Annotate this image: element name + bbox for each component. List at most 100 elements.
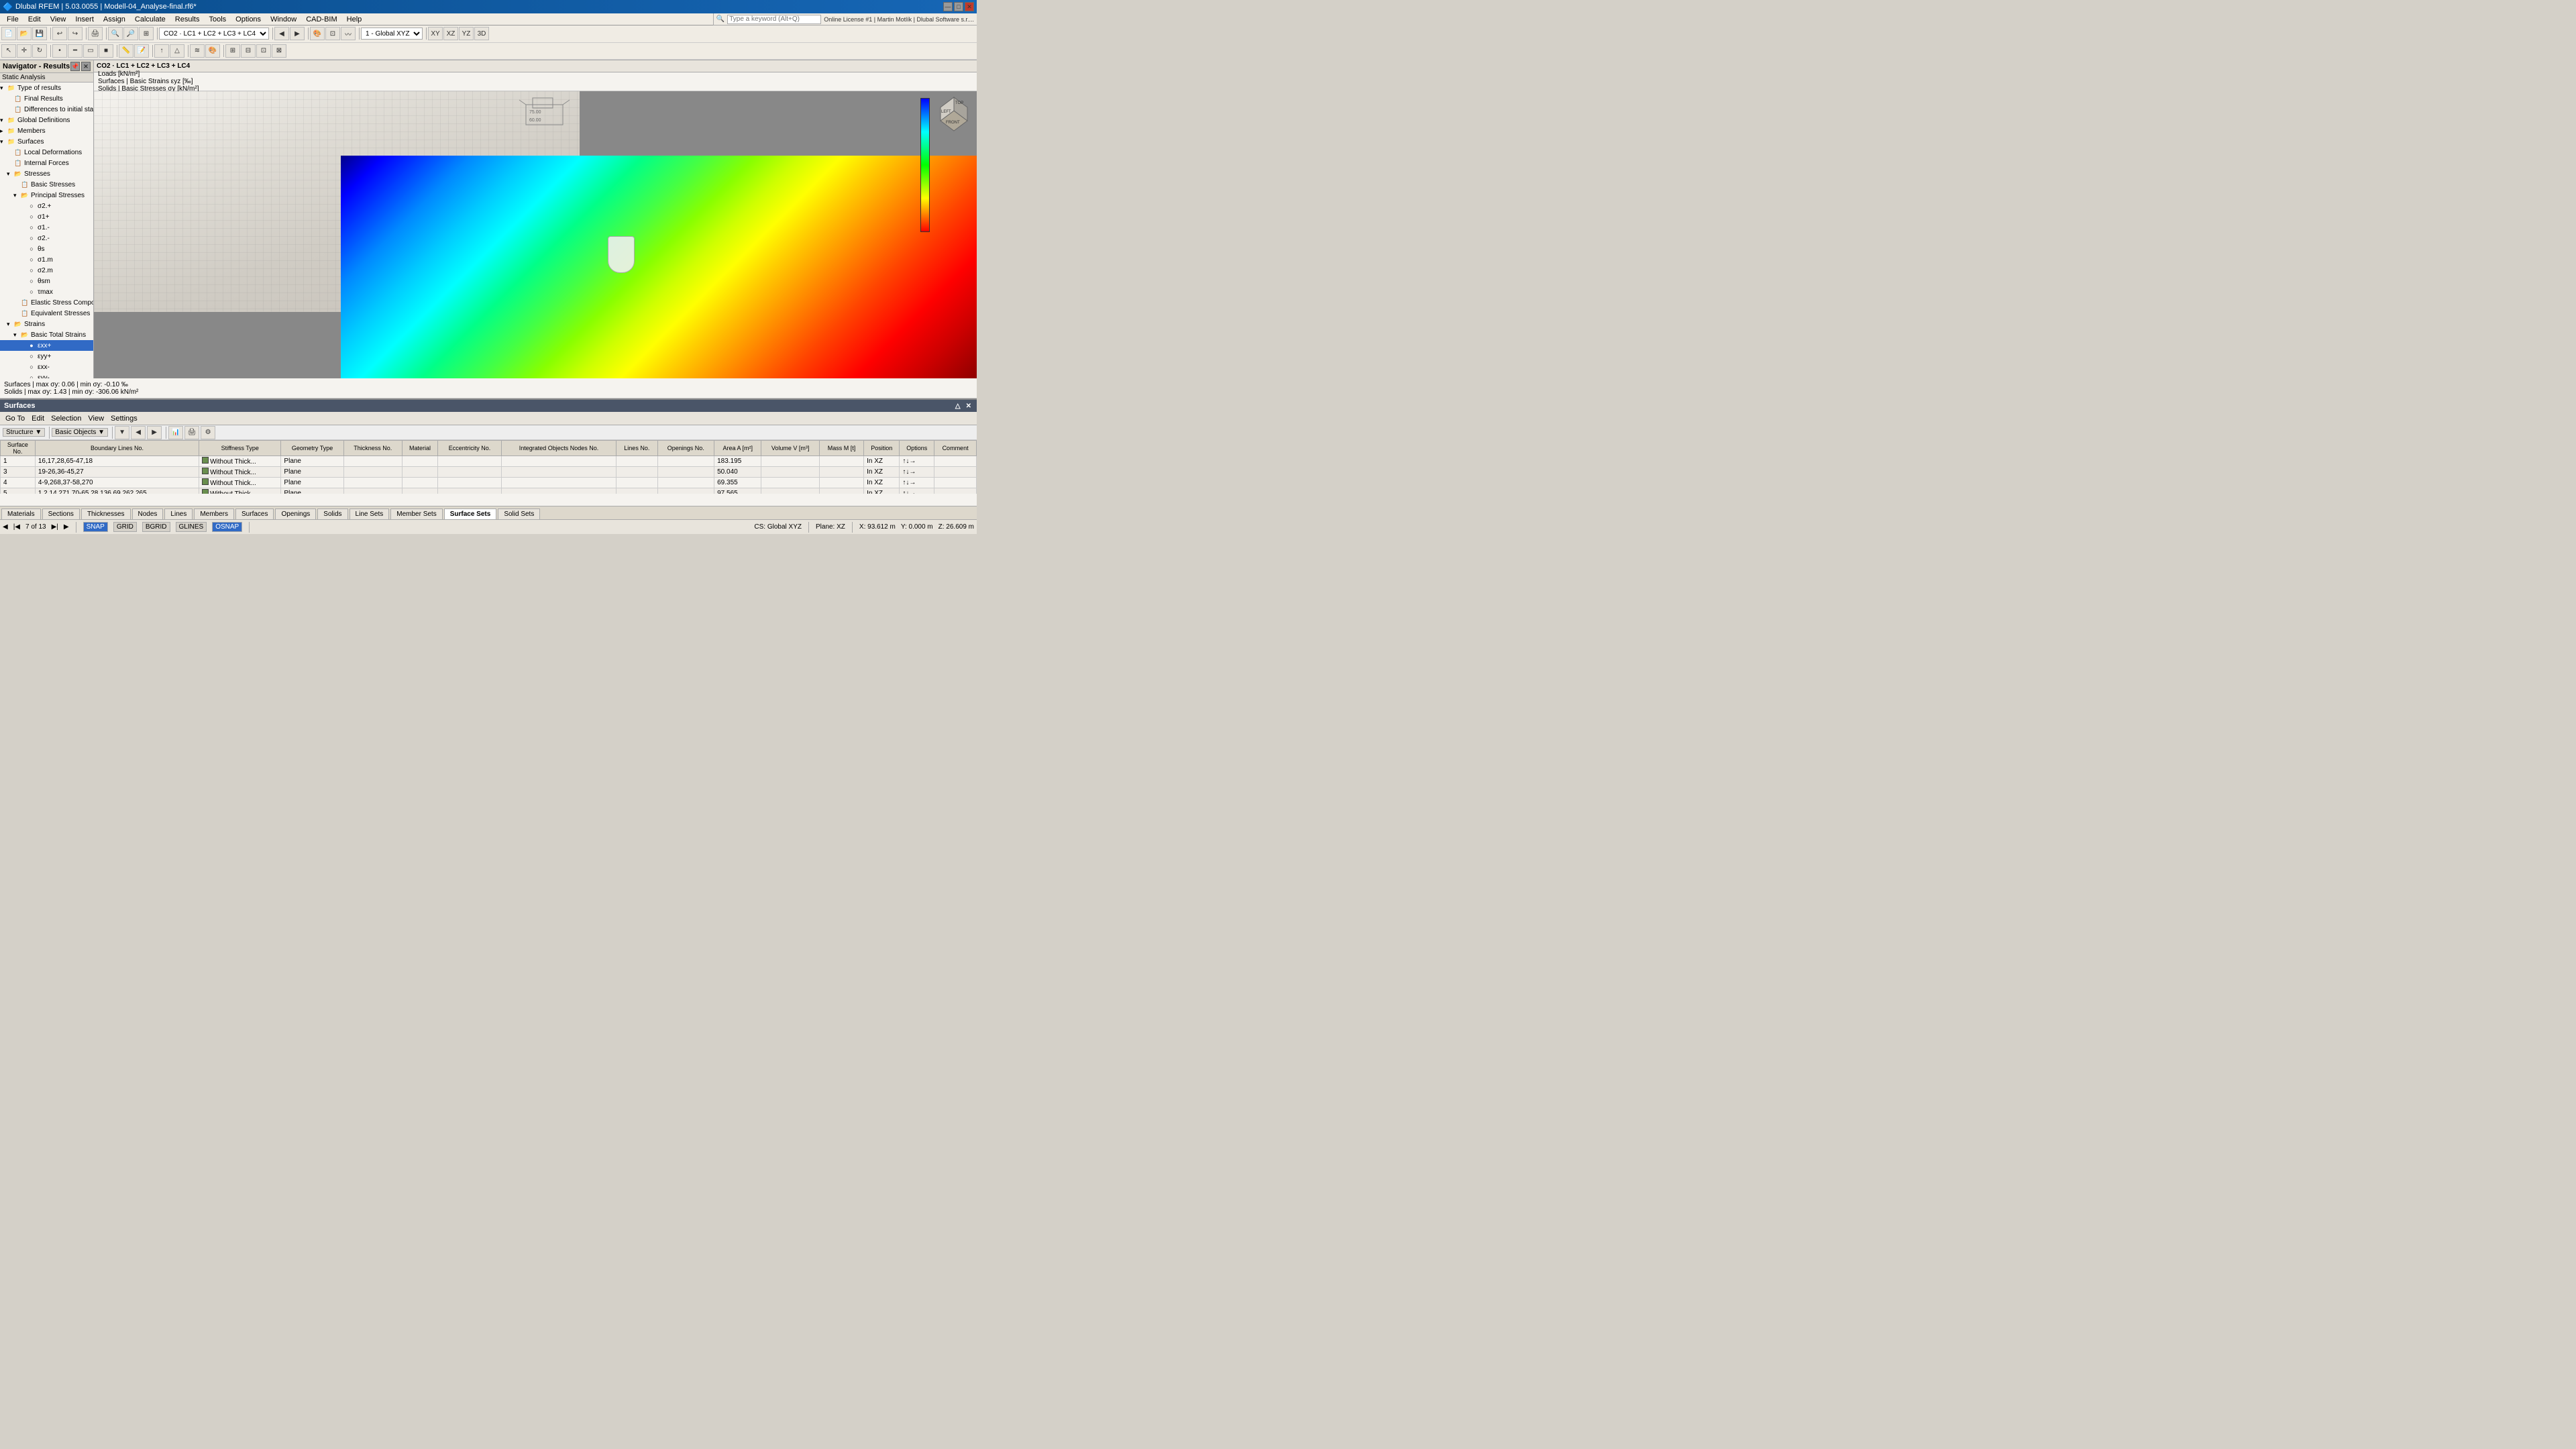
- tree-item-basic_total_strains[interactable]: ▾📂Basic Total Strains: [0, 329, 93, 340]
- render-button[interactable]: 🎨: [310, 27, 325, 40]
- surfaces-menu-settings[interactable]: Settings: [108, 415, 140, 423]
- line-button[interactable]: ━: [68, 44, 83, 58]
- tree-item-_1_[interactable]: ○σ1+: [0, 211, 93, 222]
- osnap-button[interactable]: OSNAP: [212, 522, 242, 532]
- bottom-tab-surface-sets[interactable]: Surface Sets: [444, 508, 497, 519]
- move-button[interactable]: ✛: [17, 44, 32, 58]
- view-combo[interactable]: 1 - Global XYZ: [361, 28, 423, 40]
- save-button[interactable]: 💾: [32, 27, 47, 40]
- bottom-tab-lines[interactable]: Lines: [164, 508, 193, 519]
- load-case-combo[interactable]: CO2 · LC1 + LC2 + LC3 + LC4: [159, 28, 269, 40]
- tree-item-_sm[interactable]: ○θsm: [0, 276, 93, 286]
- load-arrow[interactable]: ↑: [154, 44, 169, 58]
- annotation-button[interactable]: 📝: [134, 44, 149, 58]
- select-button[interactable]: ↖: [1, 44, 16, 58]
- result-display[interactable]: ≋: [190, 44, 205, 58]
- bottom-tab-members[interactable]: Members: [194, 508, 234, 519]
- surfaces-close-icon[interactable]: ✕: [965, 402, 973, 410]
- surfaces-table-container[interactable]: SurfaceNo. Boundary Lines No. Stiffness …: [0, 440, 977, 494]
- surfaces-expand-icon[interactable]: △: [954, 402, 962, 410]
- nav-pin[interactable]: 📌: [70, 62, 80, 71]
- undo-button[interactable]: ↩: [52, 27, 67, 40]
- view-yz[interactable]: YZ: [459, 27, 474, 40]
- tree-item-principal_stresses[interactable]: ▾📂Principal Stresses: [0, 190, 93, 201]
- next-result[interactable]: ▶: [290, 27, 305, 40]
- close-button[interactable]: ✕: [965, 2, 974, 11]
- view-xy[interactable]: XY: [428, 27, 443, 40]
- surfaces-menu-selection[interactable]: Selection: [48, 415, 84, 423]
- tree-item-_max[interactable]: ○τmax: [0, 286, 93, 297]
- view-3d[interactable]: 3D: [474, 27, 489, 40]
- redo-button[interactable]: ↪: [68, 27, 83, 40]
- zoom-out[interactable]: 🔎: [123, 27, 138, 40]
- view-right[interactable]: ⊠: [272, 44, 286, 58]
- structure-dropdown[interactable]: Structure ▼: [3, 428, 45, 437]
- bottom-tab-member-sets[interactable]: Member Sets: [390, 508, 442, 519]
- bottom-tab-sections[interactable]: Sections: [42, 508, 80, 519]
- surfaces-menu-edit[interactable]: Edit: [29, 415, 47, 423]
- filter-button[interactable]: ▼: [115, 426, 129, 439]
- wireframe-button[interactable]: ⊡: [325, 27, 340, 40]
- table-row[interactable]: 3 19-26,36-45,27 Without Thick... Plane …: [1, 467, 977, 478]
- print-table-button[interactable]: 🖨: [184, 426, 199, 439]
- prev-page-button[interactable]: ◀: [131, 426, 146, 439]
- bgrid-button[interactable]: BGRID: [142, 522, 170, 532]
- bottom-tab-nodes[interactable]: Nodes: [132, 508, 164, 519]
- maximize-button[interactable]: □: [954, 2, 963, 11]
- nav-prev[interactable]: ◀: [3, 523, 8, 531]
- tree-item-elastic_stress_components[interactable]: 📋Elastic Stress Components: [0, 297, 93, 308]
- menu-calculate[interactable]: Calculate: [131, 15, 170, 24]
- nav-next[interactable]: ▶: [64, 523, 69, 531]
- bottom-tab-line-sets[interactable]: Line Sets: [350, 508, 390, 519]
- view-xz[interactable]: XZ: [443, 27, 458, 40]
- surfaces-menu-goto[interactable]: Go To: [3, 415, 28, 423]
- measure-button[interactable]: 📏: [119, 44, 133, 58]
- tree-item-_s[interactable]: ○θs: [0, 244, 93, 254]
- bottom-tab-solid-sets[interactable]: Solid Sets: [498, 508, 540, 519]
- rotate-button[interactable]: ↻: [32, 44, 47, 58]
- tree-item-final_results[interactable]: 📋Final Results: [0, 93, 93, 104]
- tree-item-local_deformations[interactable]: 📋Local Deformations: [0, 147, 93, 158]
- tree-item-internal_forces[interactable]: 📋Internal Forces: [0, 158, 93, 168]
- menu-edit[interactable]: Edit: [24, 15, 45, 24]
- tree-item-_2_m[interactable]: ○σ2.m: [0, 265, 93, 276]
- deform-button[interactable]: 〰: [341, 27, 356, 40]
- tree-item-_xx_[interactable]: ●εxx+: [0, 340, 93, 351]
- nav-last[interactable]: ▶|: [52, 523, 58, 531]
- search-input[interactable]: [727, 15, 821, 24]
- menu-assign[interactable]: Assign: [99, 15, 129, 24]
- view-back[interactable]: ⊟: [241, 44, 256, 58]
- prev-result[interactable]: ◀: [274, 27, 289, 40]
- nav-cube[interactable]: FRONT LEFT TOP: [934, 94, 974, 134]
- viewport-area[interactable]: CO2 · LC1 + LC2 + LC3 + LC4 Loads [kN/m²…: [94, 60, 977, 378]
- menu-results[interactable]: Results: [171, 15, 204, 24]
- menu-tools[interactable]: Tools: [205, 15, 230, 24]
- next-page-button[interactable]: ▶: [147, 426, 162, 439]
- minimize-button[interactable]: —: [943, 2, 953, 11]
- tree-item-stresses[interactable]: ▾📂Stresses: [0, 168, 93, 179]
- bottom-tab-thicknesses[interactable]: Thicknesses: [81, 508, 131, 519]
- solid-button[interactable]: ■: [99, 44, 113, 58]
- tree-item-surfaces[interactable]: ▾📁Surfaces: [0, 136, 93, 147]
- tree-item-_2__[interactable]: ○σ2.-: [0, 233, 93, 244]
- tree-item-basic_stresses[interactable]: 📋Basic Stresses: [0, 179, 93, 190]
- tree-item-_2__[interactable]: ○σ2.+: [0, 201, 93, 211]
- bottom-tab-materials[interactable]: Materials: [1, 508, 41, 519]
- tree-item-_yy_[interactable]: ○εyy+: [0, 351, 93, 362]
- color-legend[interactable]: 🎨: [205, 44, 220, 58]
- zoom-in[interactable]: 🔍: [108, 27, 123, 40]
- tree-item-_xx_[interactable]: ○εxx-: [0, 362, 93, 372]
- menu-insert[interactable]: Insert: [71, 15, 98, 24]
- menu-view[interactable]: View: [46, 15, 70, 24]
- menu-cad-bim[interactable]: CAD-BIM: [302, 15, 341, 24]
- node-button[interactable]: •: [52, 44, 67, 58]
- grid-button[interactable]: GRID: [113, 522, 137, 532]
- view-front[interactable]: ⊞: [225, 44, 240, 58]
- settings-table-button[interactable]: ⚙: [201, 426, 215, 439]
- tree-item-global_definitions[interactable]: ▾📁Global Definitions: [0, 115, 93, 125]
- bottom-tab-openings[interactable]: Openings: [275, 508, 316, 519]
- glines-button[interactable]: GLINES: [176, 522, 207, 532]
- menu-file[interactable]: File: [3, 15, 23, 24]
- table-row[interactable]: 1 16,17,28,65-47,18 Without Thick... Pla…: [1, 456, 977, 467]
- bottom-tab-surfaces[interactable]: Surfaces: [235, 508, 274, 519]
